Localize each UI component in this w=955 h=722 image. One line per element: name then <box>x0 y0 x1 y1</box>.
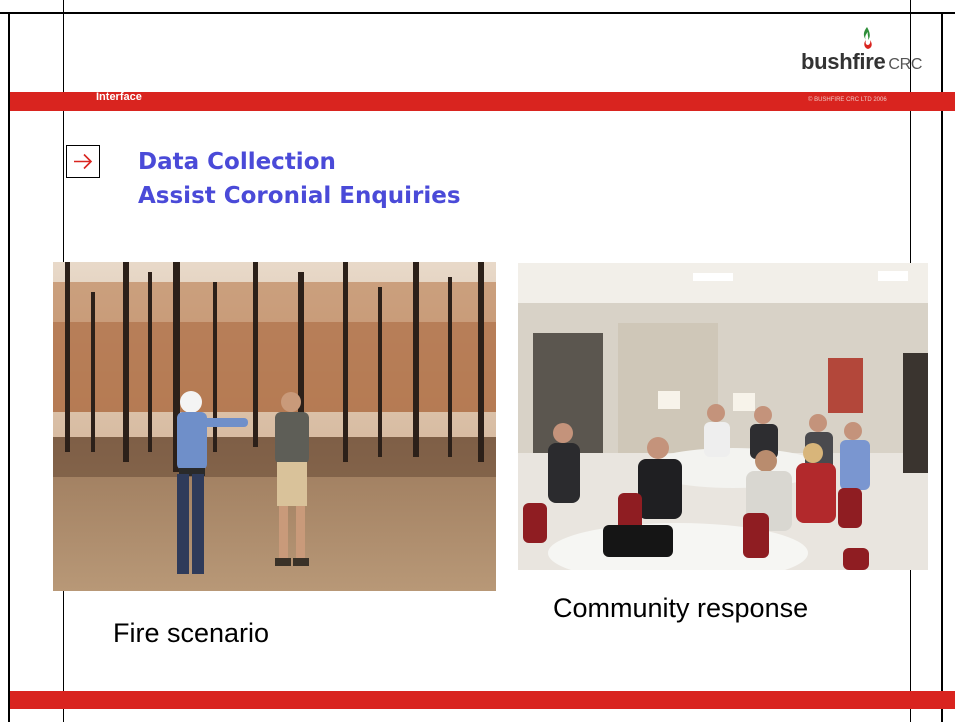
frame-right-border <box>941 12 943 722</box>
copyright-notice: © BUSHFIRE CRC LTD 2006 <box>808 97 887 103</box>
section-label: Interface <box>96 91 142 103</box>
heading-line-1: Data Collection <box>138 149 336 175</box>
bushfire-crc-logo: bushfire CRC <box>801 20 941 80</box>
frame-left-border <box>8 12 10 722</box>
slide-heading: Data Collection Assist Coronial Enquirie… <box>138 145 461 213</box>
community-meeting-photo <box>518 263 928 570</box>
slide: bushfire CRC Interface © BUSHFIRE CRC LTD… <box>0 0 955 722</box>
logo-suffix: CRC <box>888 56 923 73</box>
heading-line-2: Assist Coronial Enquiries <box>138 183 461 209</box>
burnt-bushland-photo <box>53 262 496 591</box>
logo-wordmark-text: bushfire <box>801 49 886 74</box>
right-arrow-icon <box>74 153 93 170</box>
bullet-arrow <box>66 145 100 178</box>
caption-fire-scenario: Fire scenario <box>113 618 270 648</box>
flame-icon <box>863 27 872 49</box>
footer-red-bar <box>10 691 955 709</box>
caption-community-response: Community response <box>553 593 809 623</box>
frame-top-border <box>0 12 955 14</box>
logo-wordmark: bushfire CRC <box>801 49 922 75</box>
